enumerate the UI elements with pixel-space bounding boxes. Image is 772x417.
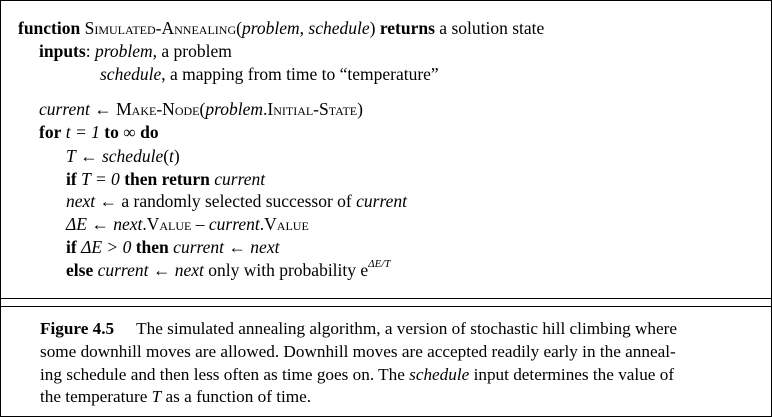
infinity-symbol: ∞ (118, 122, 141, 142)
input-schedule-name: schedule (100, 64, 162, 84)
var-next: next (174, 260, 204, 280)
code-line-if-zero: if T = 0 then return current (66, 168, 265, 190)
keyword-if: if (66, 237, 77, 257)
param-schedule: schedule (308, 18, 370, 38)
assign-arrow: ← (89, 99, 117, 119)
var-current: current (214, 169, 266, 189)
assign-arrow: ← (86, 214, 114, 234)
assign-arrow: ← (75, 146, 102, 166)
var-current: current (97, 260, 149, 280)
assign-arrow: ← (95, 191, 122, 211)
condition-T-zero: T = 0 (76, 169, 125, 189)
minus: – (191, 214, 209, 234)
successor-text: a randomly selected successor of (121, 191, 357, 211)
caption-text-1: The simulated annealing algorithm, a ver… (136, 319, 677, 338)
loop-init: t = 1 (61, 122, 105, 142)
algorithm-header-line: function Simulated-Annealing(problem, sc… (18, 17, 544, 39)
probability-text: only with probability e (203, 260, 369, 280)
caption-text-2: some downhill moves are allowed. Downhil… (40, 342, 676, 361)
return-description: a solution state (439, 18, 545, 38)
var-next: next (113, 214, 143, 234)
keyword-else: else (66, 260, 94, 280)
var-delta-e: ΔE (66, 214, 87, 234)
code-line-init: current ← Make-Node(problem.Initial-Stat… (39, 98, 363, 120)
keyword-function: function (18, 18, 81, 38)
keyword-then: then (135, 237, 169, 257)
code-line-temperature: T ← schedule(t) (66, 145, 180, 167)
caption-text-3c: input determines the value of (469, 365, 675, 384)
caption-text-3a: ing schedule and then less often as time… (40, 365, 410, 384)
keyword-do: do (140, 122, 159, 142)
close-paren: ) (173, 146, 180, 166)
keyword-to: to (104, 122, 119, 142)
field-value: Value (264, 214, 309, 234)
field-value: Value (146, 214, 192, 234)
caption-line-3: ing schedule and then less often as time… (40, 364, 674, 386)
input-problem-desc: , a problem (152, 41, 232, 61)
caption-text-4c: as a function of time. (161, 387, 312, 406)
caption-var-T: T (151, 387, 162, 406)
keyword-for: for (39, 122, 62, 142)
code-line-for: for t = 1 to ∞ do (39, 121, 159, 143)
code-line-delta-e: ΔE ← next.Value – current.Value (66, 213, 309, 235)
separator-line-top (0, 298, 772, 299)
var-next: next (250, 237, 280, 257)
var-T: T (66, 146, 76, 166)
field-initial-state: Initial-State (267, 99, 358, 119)
caption-schedule: schedule (409, 365, 470, 384)
keyword-inputs: inputs (39, 41, 86, 61)
keyword-if: if (66, 169, 77, 189)
exponent: ΔE/T (368, 258, 391, 270)
inputs-line-1: inputs: problem, a problem (39, 40, 232, 62)
figure-label: Figure 4.5 (40, 319, 115, 338)
fn-schedule: schedule (101, 146, 164, 166)
input-schedule-desc: , a mapping from time to “temperature” (161, 64, 439, 84)
var-current: current (39, 99, 90, 119)
var-current: current (173, 237, 225, 257)
caption-line-2: some downhill moves are allowed. Downhil… (40, 341, 676, 363)
keyword-then-return: then return (124, 169, 210, 189)
input-problem-name: problem (94, 41, 153, 61)
caption-line-1: Figure 4.5 The simulated annealing algori… (40, 318, 677, 340)
condition-delta-positive: ΔE > 0 (76, 237, 136, 257)
var-next: next (66, 191, 96, 211)
code-line-next: next ← a randomly selected successor of … (66, 190, 407, 212)
fn-make-node: Make-Node (116, 99, 200, 119)
caption-line-4: the temperature T as a function of time. (40, 386, 311, 408)
param-problem: problem (241, 18, 300, 38)
algorithm-name: Simulated-Annealing (84, 18, 237, 38)
caption-text-4a: the temperature (40, 387, 152, 406)
separator-line-bottom (0, 306, 772, 307)
code-line-else: else current ← next only with probabilit… (66, 258, 391, 281)
assign-arrow: ← (224, 237, 251, 257)
colon: : (85, 41, 91, 61)
assign-arrow: ← (148, 260, 175, 280)
var-current: current (208, 214, 260, 234)
close-paren: ) (369, 18, 376, 38)
keyword-returns: returns (379, 18, 435, 38)
inputs-line-2: schedule, a mapping from time to “temper… (100, 63, 439, 85)
var-current: current (356, 191, 407, 211)
code-line-if-positive: if ΔE > 0 then current ← next (66, 236, 279, 258)
var-problem: problem (205, 99, 263, 119)
close-paren: ) (357, 99, 363, 119)
